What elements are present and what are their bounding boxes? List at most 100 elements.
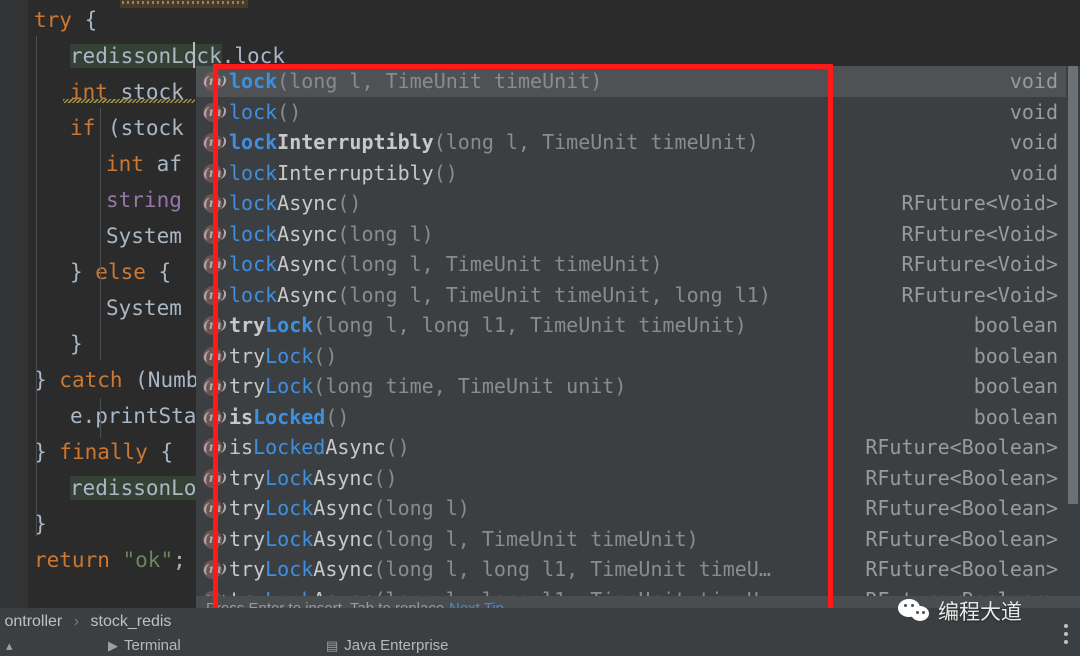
completion-item[interactable]: mlockAsync(long l)RFuture<Void> bbox=[196, 219, 1080, 250]
completion-name-prefix: try bbox=[229, 496, 266, 520]
completion-item[interactable]: m tryLock(long l, long l1, TimeUnit timeU… bbox=[196, 310, 1080, 341]
completion-item[interactable]: mtryLockAsync(long l, TimeUnit timeUnit)… bbox=[196, 524, 1080, 555]
code-line: } bbox=[70, 326, 83, 362]
completion-item[interactable]: m lock() void bbox=[196, 97, 1080, 128]
code-token: af bbox=[156, 152, 182, 176]
code-line: } else { bbox=[70, 254, 171, 290]
completion-item-params: () bbox=[385, 435, 410, 459]
code-token: redissonLock bbox=[70, 44, 222, 68]
completion-item-type: boolean bbox=[973, 404, 1058, 429]
completion-item[interactable]: misLocked()boolean bbox=[196, 402, 1080, 433]
completion-item-type: void bbox=[1009, 99, 1058, 124]
more-options-icon[interactable] bbox=[1059, 620, 1073, 644]
completion-item-type: RFuture<Boolean> bbox=[865, 526, 1058, 551]
completion-name-match: lock bbox=[229, 130, 278, 154]
method-icon: m bbox=[203, 133, 222, 152]
completion-name-prefix: try bbox=[229, 465, 266, 490]
completion-name-prefix: is bbox=[229, 435, 254, 459]
completion-name-prefix: try bbox=[229, 343, 266, 368]
completion-item-type: boolean bbox=[973, 343, 1058, 368]
completion-item-params: (long l, TimeUnit timeUnit) bbox=[433, 130, 759, 154]
status-item-terminal[interactable]: ▶ Terminal bbox=[108, 636, 181, 656]
completion-item-type: RFuture<Boolean> bbox=[865, 496, 1058, 520]
code-token: e.printSta bbox=[70, 404, 197, 428]
status-left-icon[interactable]: ▴ bbox=[6, 636, 13, 656]
completion-item-params: () bbox=[277, 99, 302, 124]
popup-scrollbar-thumb[interactable] bbox=[1068, 66, 1078, 504]
completion-item[interactable]: mtryLock(long time, TimeUnit unit)boolea… bbox=[196, 371, 1080, 402]
completion-item-params: () bbox=[325, 404, 350, 429]
ide-window: try {redissonLock.lock int stock if (stoc… bbox=[0, 0, 1080, 656]
code-token: else bbox=[95, 260, 146, 284]
code-token: return bbox=[34, 548, 123, 572]
method-icon: m bbox=[203, 224, 222, 244]
completion-name-match: Lock bbox=[265, 313, 314, 337]
method-icon: m bbox=[203, 499, 222, 518]
code-token: System bbox=[106, 224, 182, 248]
indent-guide bbox=[36, 36, 37, 536]
method-icon: m bbox=[203, 285, 222, 305]
completion-item-signature: lock() bbox=[229, 97, 301, 128]
indent-guide bbox=[100, 398, 101, 438]
top-partial-highlight-dots bbox=[122, 1, 244, 4]
completion-item-params: () bbox=[337, 191, 362, 215]
code-token: "ok" bbox=[122, 548, 174, 572]
completion-item-signature: lockAsync() bbox=[229, 188, 361, 219]
completion-item-type: RFuture<Boolean> bbox=[865, 465, 1058, 490]
completion-item[interactable]: mlockAsync()RFuture<Void> bbox=[196, 188, 1080, 219]
code-token: } bbox=[70, 260, 96, 284]
method-icon: m bbox=[203, 102, 222, 122]
code-token: if bbox=[70, 116, 108, 140]
method-icon: m bbox=[203, 468, 222, 488]
code-line: return "ok"; bbox=[34, 542, 186, 578]
breadcrumb-item-controller[interactable]: ontroller bbox=[4, 613, 62, 630]
completion-item-signature: lock(long l, TimeUnit timeUnit) bbox=[229, 66, 602, 97]
status-item-java-enterprise[interactable]: ▤ Java Enterprise bbox=[326, 636, 449, 656]
method-icon: m bbox=[203, 377, 222, 396]
completion-name-match: lock bbox=[229, 282, 278, 307]
code-token: try bbox=[34, 8, 85, 32]
code-token: } bbox=[34, 368, 60, 392]
code-token: { bbox=[84, 8, 98, 32]
code-line: redissonLo bbox=[70, 470, 197, 506]
code-token: } bbox=[34, 440, 60, 464]
completion-item-signature: tryLock(long l, long l1, TimeUnit timeUn… bbox=[229, 310, 747, 341]
completion-item-type: RFuture<Boolean> bbox=[865, 557, 1058, 581]
completion-item-params: () bbox=[373, 465, 398, 490]
completion-item[interactable]: mlock(long l, TimeUnit timeUnit)void bbox=[196, 66, 1080, 97]
code-token: { bbox=[145, 260, 172, 284]
completion-name-tail: Async bbox=[313, 465, 374, 490]
completion-item-signature: isLockedAsync() bbox=[229, 432, 410, 463]
completion-item[interactable]: m tryLockAsync() RFuture<Boolean> bbox=[196, 463, 1080, 494]
completion-name-match: Lock bbox=[265, 557, 314, 581]
completion-list[interactable]: mlock(long l, TimeUnit timeUnit)voidmloc… bbox=[196, 66, 1080, 615]
completion-name-tail: Async bbox=[277, 191, 338, 215]
completion-name-tail: Interruptibly bbox=[277, 160, 434, 185]
popup-scrollbar-track[interactable] bbox=[1066, 66, 1080, 622]
wechat-logo-icon bbox=[898, 597, 932, 625]
code-completion-popup[interactable]: mlock(long l, TimeUnit timeUnit)voidmloc… bbox=[196, 66, 1080, 622]
code-token: redissonLo bbox=[70, 476, 197, 500]
code-line: System bbox=[106, 290, 182, 326]
method-icon: m bbox=[203, 316, 222, 335]
breadcrumb-item-stock-redis[interactable]: stock_redis bbox=[91, 613, 172, 630]
completion-item-params: (long l, long l1, TimeUnit timeUnit) bbox=[313, 313, 747, 337]
indent-guide bbox=[100, 108, 101, 360]
completion-item[interactable]: mlockInterruptibly(long l, TimeUnit time… bbox=[196, 127, 1080, 158]
completion-item[interactable]: mtryLock()boolean bbox=[196, 341, 1080, 372]
java-enterprise-icon: ▤ bbox=[326, 638, 339, 653]
completion-item[interactable]: mlockAsync(long l, TimeUnit timeUnit)RFu… bbox=[196, 249, 1080, 280]
completion-item[interactable]: mtryLockAsync(long l, long l1, TimeUnit … bbox=[196, 554, 1080, 585]
completion-item[interactable]: mlockInterruptibly()void bbox=[196, 158, 1080, 189]
completion-item-type: RFuture<Void> bbox=[901, 191, 1058, 215]
completion-item[interactable]: misLockedAsync()RFuture<Boolean> bbox=[196, 432, 1080, 463]
code-line: try { bbox=[34, 2, 97, 38]
completion-item-signature: tryLockAsync() bbox=[229, 463, 398, 494]
completion-name-match: Lock bbox=[265, 496, 314, 520]
completion-item[interactable]: mtryLockAsync(long l)RFuture<Boolean> bbox=[196, 493, 1080, 524]
completion-name-match: lock bbox=[229, 252, 278, 276]
completion-name-match: lock bbox=[229, 221, 278, 246]
code-token: .lock bbox=[221, 44, 285, 68]
completion-item-signature: lockAsync(long l) bbox=[229, 219, 434, 250]
completion-item[interactable]: mlockAsync(long l, TimeUnit timeUnit, lo… bbox=[196, 280, 1080, 311]
